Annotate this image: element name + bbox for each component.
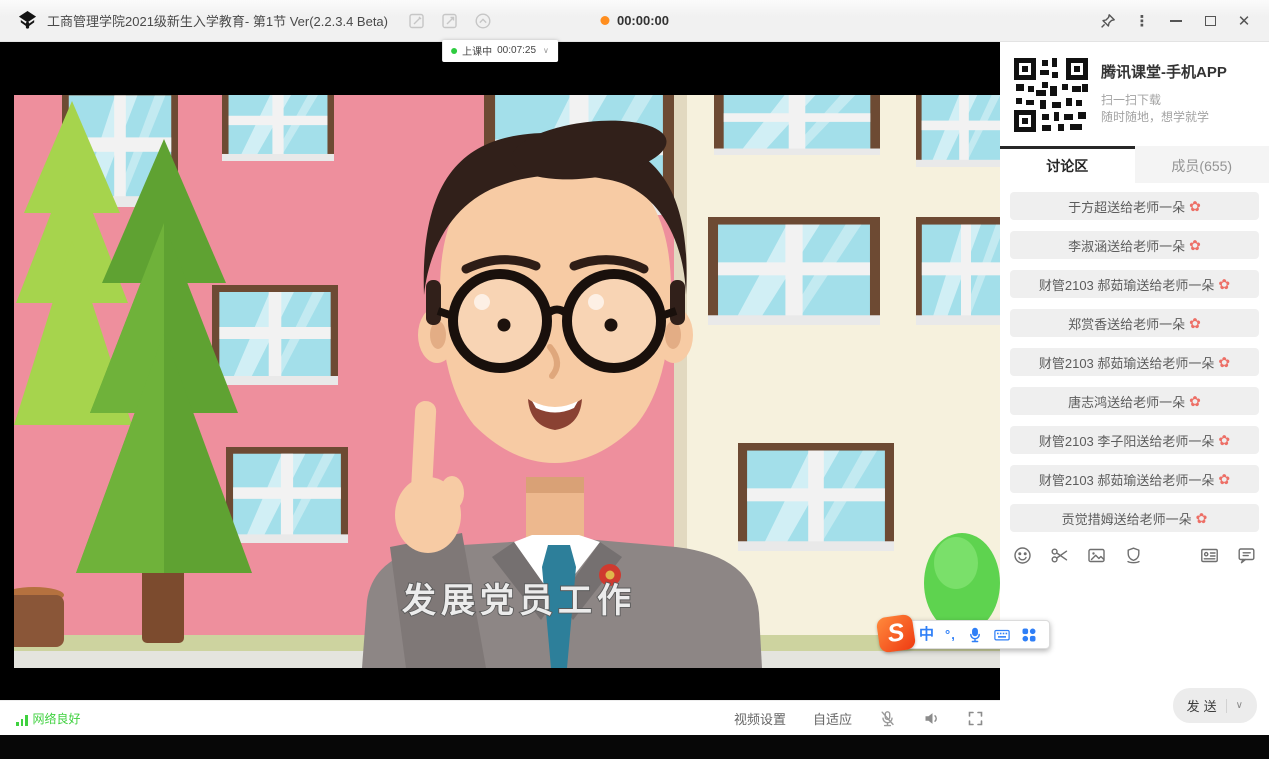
pin-icon[interactable] xyxy=(1093,8,1123,34)
flower-icon: ✿ xyxy=(1218,277,1230,291)
gift-message: 唐志鸿送给老师一朵✿ xyxy=(1010,387,1259,415)
video-column: 发展党员工作 网络良好 视频设置 自适应 xyxy=(0,42,1000,735)
message-list: 于方超送给老师一朵✿ 李淑涵送给老师一朵✿ 财管2103 郝茹瑜送给老师一朵✿ … xyxy=(1000,183,1269,532)
flower-icon: ✿ xyxy=(1189,394,1201,408)
flower-icon: ✿ xyxy=(1218,472,1230,486)
image-icon[interactable] xyxy=(1087,546,1106,565)
ime-mode-chinese[interactable]: 中 xyxy=(919,627,934,642)
sogou-logo-icon[interactable]: S xyxy=(876,614,917,654)
gift-message: 财管2103 郝茹瑜送给老师一朵✿ xyxy=(1010,465,1259,493)
flower-icon: ✿ xyxy=(1189,238,1201,252)
qr-promo: 腾讯课堂-手机APP 扫一扫下载 随时随地，想学就学 xyxy=(1000,42,1269,146)
tab-members[interactable]: 成员(655) xyxy=(1135,146,1269,183)
app-logo-icon xyxy=(17,10,38,31)
emoji-icon[interactable] xyxy=(1013,546,1032,565)
video-frame: 发展党员工作 xyxy=(14,95,1000,668)
player-control-bar: 网络良好 视频设置 自适应 xyxy=(0,700,1000,735)
window-controls: ⋮ ✕ xyxy=(1093,8,1259,34)
flower-icon: ✿ xyxy=(1196,511,1208,525)
send-options-chevron-icon[interactable]: ∨ xyxy=(1236,700,1243,711)
desktop-background xyxy=(0,735,1269,759)
record-timer: 00:00:00 xyxy=(600,13,669,28)
flower-icon: ✿ xyxy=(1218,355,1230,369)
gift-message: 贡觉措姆送给老师一朵✿ xyxy=(1010,504,1259,532)
chat-toolbar xyxy=(1000,538,1269,572)
qr-code xyxy=(1012,56,1090,134)
flower-icon: ✿ xyxy=(1189,316,1201,330)
signal-bars-icon xyxy=(16,715,28,727)
ime-keyboard-icon[interactable] xyxy=(994,627,1010,643)
send-divider xyxy=(1226,699,1227,713)
window-title: 工商管理学院2021级新生入学教育- 第1节 Ver(2.2.3.4 Beta) xyxy=(47,11,388,30)
ime-punctuation-icon[interactable]: °, xyxy=(945,628,956,641)
qr-subtitle-2: 随时随地，想学就学 xyxy=(1101,109,1227,126)
flower-icon: ✿ xyxy=(1218,433,1230,447)
class-status-badge[interactable]: 上课中 00:07:25 ∨ xyxy=(442,40,558,62)
maximize-button[interactable] xyxy=(1195,8,1225,34)
ime-toolbox-icon[interactable] xyxy=(1021,627,1037,643)
minimize-button[interactable] xyxy=(1161,8,1191,34)
video-player[interactable]: 发展党员工作 xyxy=(0,42,1000,700)
tab-discussion[interactable]: 讨论区 xyxy=(1000,146,1135,183)
network-label: 网络良好 xyxy=(33,710,81,727)
mic-muted-icon[interactable] xyxy=(879,710,896,727)
edit-note-icon[interactable] xyxy=(408,12,426,30)
send-row: 发送 ∨ xyxy=(1000,688,1269,735)
app-window: 工商管理学院2021级新生入学教育- 第1节 Ver(2.2.3.4 Beta)… xyxy=(0,0,1269,759)
flower-icon: ✿ xyxy=(1189,199,1201,213)
chat-record-icon[interactable] xyxy=(1237,546,1256,565)
class-status-label: 上课中 xyxy=(462,43,492,58)
class-time: 00:07:25 xyxy=(497,45,536,56)
gift-message: 郑赏香送给老师一朵✿ xyxy=(1010,309,1259,337)
gift-message: 于方超送给老师一朵✿ xyxy=(1010,192,1259,220)
adaptive-button[interactable]: 自适应 xyxy=(813,709,852,728)
main-area: 发展党员工作 网络良好 视频设置 自适应 xyxy=(0,42,1269,735)
send-button[interactable]: 发送 ∨ xyxy=(1173,688,1257,723)
flower-gift-icon[interactable] xyxy=(1124,546,1143,565)
video-subtitle: 发展党员工作 xyxy=(402,582,636,620)
speaker-icon[interactable] xyxy=(923,710,940,727)
menu-kebab-icon[interactable]: ⋮ xyxy=(1127,8,1157,34)
titlebar: 工商管理学院2021级新生入学教育- 第1节 Ver(2.2.3.4 Beta)… xyxy=(0,0,1269,42)
gift-message: 李淑涵送给老师一朵✿ xyxy=(1010,231,1259,259)
gift-message: 财管2103 郝茹瑜送给老师一朵✿ xyxy=(1010,348,1259,376)
record-dot-icon xyxy=(600,16,609,25)
hands-up-icon[interactable] xyxy=(474,12,492,30)
sidebar-tabs: 讨论区 成员(655) xyxy=(1000,146,1269,183)
qr-subtitle-1: 扫一扫下载 xyxy=(1101,92,1227,109)
badge-chevron-icon: ∨ xyxy=(543,46,549,55)
title-action-icons xyxy=(408,12,492,30)
qr-title: 腾讯课堂-手机APP xyxy=(1101,61,1227,82)
close-button[interactable]: ✕ xyxy=(1229,8,1259,34)
cartoon-scene: 发展党员工作 xyxy=(14,95,1000,668)
live-dot-icon xyxy=(451,48,457,54)
tencent-classroom-window: 工商管理学院2021级新生入学教育- 第1节 Ver(2.2.3.4 Beta)… xyxy=(0,0,1269,735)
send-label: 发送 xyxy=(1187,696,1221,715)
ime-toolbar: S 中 °, xyxy=(884,620,1050,649)
share-note-icon[interactable] xyxy=(441,12,459,30)
network-status: 网络良好 xyxy=(16,710,81,727)
gift-message: 财管2103 李子阳送给老师一朵✿ xyxy=(1010,426,1259,454)
ime-mic-icon[interactable] xyxy=(967,627,983,643)
video-controls: 视频设置 自适应 xyxy=(734,709,984,728)
video-settings-button[interactable]: 视频设置 xyxy=(734,709,786,728)
member-card-icon[interactable] xyxy=(1200,546,1219,565)
fullscreen-icon[interactable] xyxy=(967,710,984,727)
screenshot-scissors-icon[interactable] xyxy=(1050,546,1069,565)
timer-value: 00:00:00 xyxy=(617,13,669,28)
gift-message: 财管2103 郝茹瑜送给老师一朵✿ xyxy=(1010,270,1259,298)
